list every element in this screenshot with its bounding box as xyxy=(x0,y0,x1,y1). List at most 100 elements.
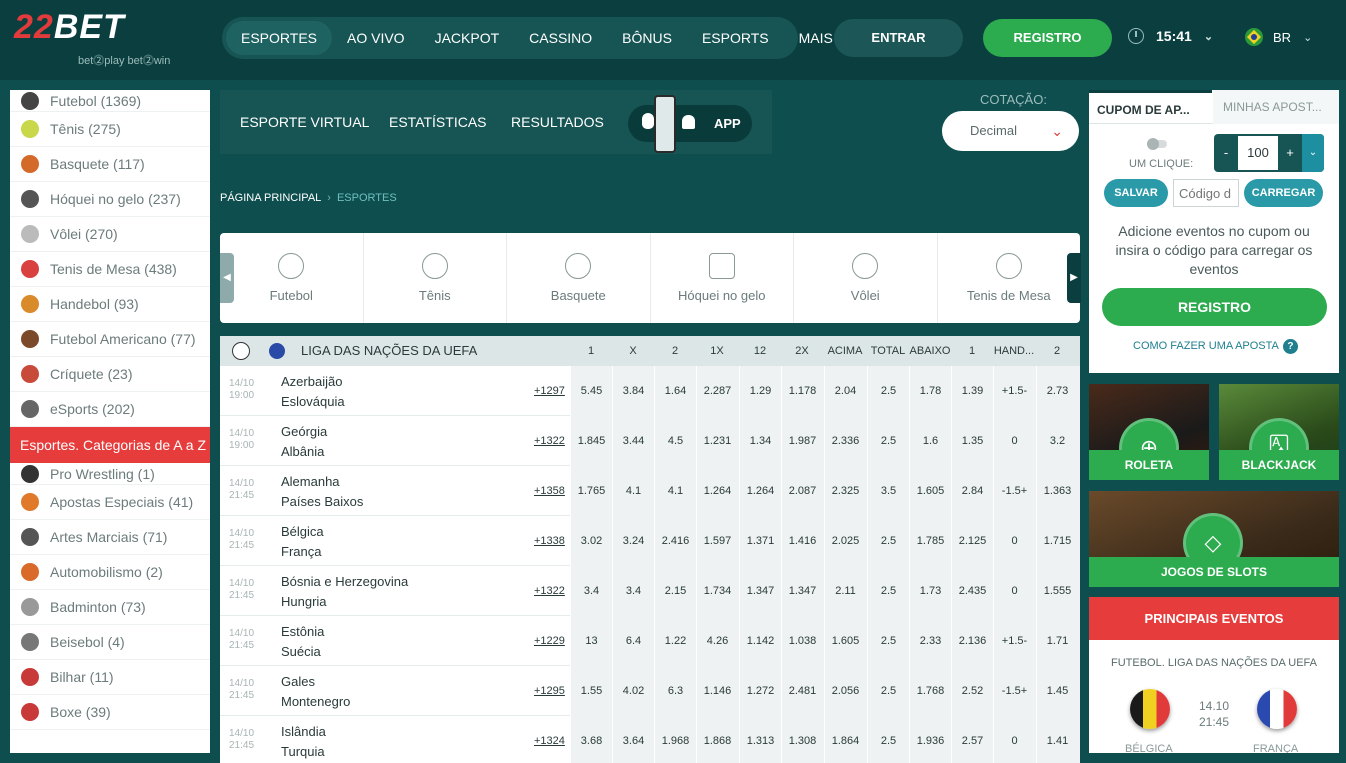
odds-cell[interactable]: 3.84 xyxy=(612,366,654,416)
odds-cell[interactable]: 2.15 xyxy=(654,566,696,616)
subnav-esporte-virtual[interactable]: ESPORTE VIRTUAL xyxy=(240,90,369,154)
sidebar-item[interactable]: Badminton (73) xyxy=(10,590,210,625)
odds-cell[interactable]: 3.68 xyxy=(570,716,612,763)
odds-cell[interactable]: 2.84 xyxy=(951,466,993,516)
odds-cell[interactable]: 1.605 xyxy=(909,466,951,516)
odds-cell[interactable]: 1.71 xyxy=(1036,616,1078,666)
odds-cell[interactable]: 2.336 xyxy=(824,416,866,466)
odds-cell[interactable]: 2.287 xyxy=(696,366,738,416)
table-row[interactable]: 14/10 21:45 Bósnia e Herzegovina Hungria +13… xyxy=(220,566,1080,616)
nav-esports[interactable]: ESPORTS xyxy=(687,21,784,55)
nav-bonus[interactable]: BÔNUS xyxy=(607,21,687,55)
chevron-down-icon[interactable]: ⌄ xyxy=(1302,134,1324,172)
match-teams[interactable]: Geórgia Albânia xyxy=(281,422,327,462)
sport-tile-volei[interactable]: Vôlei xyxy=(794,233,938,323)
odds-cell[interactable]: 1.936 xyxy=(909,716,951,763)
odds-cell[interactable]: 3.02 xyxy=(570,516,612,566)
odds-cell[interactable]: 2.056 xyxy=(824,666,866,716)
odds-cell[interactable]: 1.555 xyxy=(1036,566,1078,616)
odds-cell[interactable]: 6.4 xyxy=(612,616,654,666)
table-row[interactable]: 14/10 21:45 Gales Montenegro +1295 1.55 4.02 6.… xyxy=(220,666,1080,716)
odds-cell[interactable]: 1.39 xyxy=(951,366,993,416)
nav-ao-vivo[interactable]: AO VIVO xyxy=(332,21,420,55)
odds-cell[interactable]: 2.125 xyxy=(951,516,993,566)
odds-cell[interactable]: 2.325 xyxy=(824,466,866,516)
odds-cell[interactable]: 0 xyxy=(993,716,1035,763)
odds-cell[interactable]: 1.308 xyxy=(781,716,823,763)
odds-cell[interactable]: 2.33 xyxy=(909,616,951,666)
odds-cell[interactable]: 1.864 xyxy=(824,716,866,763)
odds-cell[interactable]: 1.35 xyxy=(951,416,993,466)
odds-cell[interactable]: 2.57 xyxy=(951,716,993,763)
stake-input[interactable]: 100 xyxy=(1238,136,1278,170)
nav-esportes[interactable]: ESPORTES xyxy=(226,21,332,55)
league-name[interactable]: LIGA DAS NAÇÕES DA UEFA xyxy=(301,336,477,366)
odds-cell[interactable]: 1.6 xyxy=(909,416,951,466)
table-row[interactable]: 14/10 19:00 Azerbaijão Eslováquia +1297 5.45 3… xyxy=(220,366,1080,416)
stake-decrease-button[interactable]: - xyxy=(1214,134,1238,172)
odds-cell[interactable]: 2.04 xyxy=(824,366,866,416)
more-markets-link[interactable]: +1358 xyxy=(534,466,565,516)
odds-cell[interactable]: 2.11 xyxy=(824,566,866,616)
match-teams[interactable]: Alemanha Países Baixos xyxy=(281,472,363,512)
carousel-next-button[interactable]: ▶ xyxy=(1067,253,1081,303)
nav-jackpot[interactable]: JACKPOT xyxy=(420,21,515,55)
odds-cell[interactable]: 4.02 xyxy=(612,666,654,716)
odds-cell[interactable]: 5.45 xyxy=(570,366,612,416)
tab-coupon[interactable]: CUPOM DE AP... xyxy=(1089,90,1212,124)
odds-cell[interactable]: 1.347 xyxy=(739,566,781,616)
booking-code-input[interactable] xyxy=(1173,179,1239,207)
subnav-estatisticas[interactable]: ESTATÍSTICAS xyxy=(389,90,487,154)
odds-cell[interactable]: 1.45 xyxy=(1036,666,1078,716)
odds-cell[interactable]: 1.768 xyxy=(909,666,951,716)
odds-cell[interactable]: 1.55 xyxy=(570,666,612,716)
odds-cell[interactable]: 1.347 xyxy=(781,566,823,616)
odds-cell[interactable]: 3.5 xyxy=(867,466,909,516)
odds-cell[interactable]: 1.734 xyxy=(696,566,738,616)
app-download-button[interactable]: APP xyxy=(628,95,752,153)
carousel-prev-button[interactable]: ◀ xyxy=(220,253,234,303)
odds-cell[interactable]: 1.22 xyxy=(654,616,696,666)
slots-tile[interactable]: ◇ JOGOS DE SLOTS xyxy=(1089,491,1339,587)
odds-cell[interactable]: 1.264 xyxy=(696,466,738,516)
sidebar-item[interactable]: Futebol (1369) xyxy=(10,90,210,112)
nav-cassino[interactable]: CASSINO xyxy=(514,21,607,55)
sidebar-item[interactable]: eSports (202) xyxy=(10,392,210,427)
how-to-bet-link[interactable]: COMO FAZER UMA APOSTA? xyxy=(1133,339,1298,354)
sport-tile-futebol[interactable]: Futebol xyxy=(220,233,364,323)
odds-cell[interactable]: 2.73 xyxy=(1036,366,1078,416)
odds-cell[interactable]: 3.2 xyxy=(1036,416,1078,466)
odds-cell[interactable]: 13 xyxy=(570,616,612,666)
sidebar-item[interactable]: Bilhar (11) xyxy=(10,660,210,695)
sidebar-item[interactable]: Beisebol (4) xyxy=(10,625,210,660)
odds-cell[interactable]: 2.5 xyxy=(867,666,909,716)
odds-cell[interactable]: 2.481 xyxy=(781,666,823,716)
odds-cell[interactable]: 3.24 xyxy=(612,516,654,566)
odds-cell[interactable]: 4.26 xyxy=(696,616,738,666)
odds-cell[interactable]: 1.272 xyxy=(739,666,781,716)
odds-cell[interactable]: 3.4 xyxy=(612,566,654,616)
odds-cell[interactable]: 2.087 xyxy=(781,466,823,516)
sidebar-item[interactable]: Hóquei no gelo (237) xyxy=(10,182,210,217)
odds-cell[interactable]: 2.5 xyxy=(867,616,909,666)
odds-cell[interactable]: 1.73 xyxy=(909,566,951,616)
odds-cell[interactable]: 1.29 xyxy=(739,366,781,416)
match-teams[interactable]: Azerbaijão Eslováquia xyxy=(281,372,345,412)
sport-tile-tenis-de-mesa[interactable]: Tenis de Mesa xyxy=(938,233,1081,323)
login-button[interactable]: ENTRAR xyxy=(834,19,963,57)
sidebar-item[interactable]: Handebol (93) xyxy=(10,287,210,322)
odds-cell[interactable]: 1.765 xyxy=(570,466,612,516)
belgium-flag-icon[interactable] xyxy=(1130,689,1170,729)
odds-cell[interactable]: -1.5+ xyxy=(993,466,1035,516)
sidebar-item[interactable]: Críquete (23) xyxy=(10,357,210,392)
match-teams[interactable]: Bósnia e Herzegovina Hungria xyxy=(281,572,408,612)
breadcrumb-home[interactable]: PÁGINA PRINCIPAL xyxy=(220,192,321,204)
odds-cell[interactable]: 0 xyxy=(993,516,1035,566)
sidebar-item[interactable]: Vôlei (270) xyxy=(10,217,210,252)
odds-cell[interactable]: 4.1 xyxy=(612,466,654,516)
odds-cell[interactable]: 2.416 xyxy=(654,516,696,566)
odds-cell[interactable]: 1.313 xyxy=(739,716,781,763)
sidebar-item[interactable]: Apostas Especiais (41) xyxy=(10,485,210,520)
table-row[interactable]: 14/10 21:45 Estônia Suécia +1229 13 6.4 1.22 4.2… xyxy=(220,616,1080,666)
odds-cell[interactable]: 2.5 xyxy=(867,516,909,566)
